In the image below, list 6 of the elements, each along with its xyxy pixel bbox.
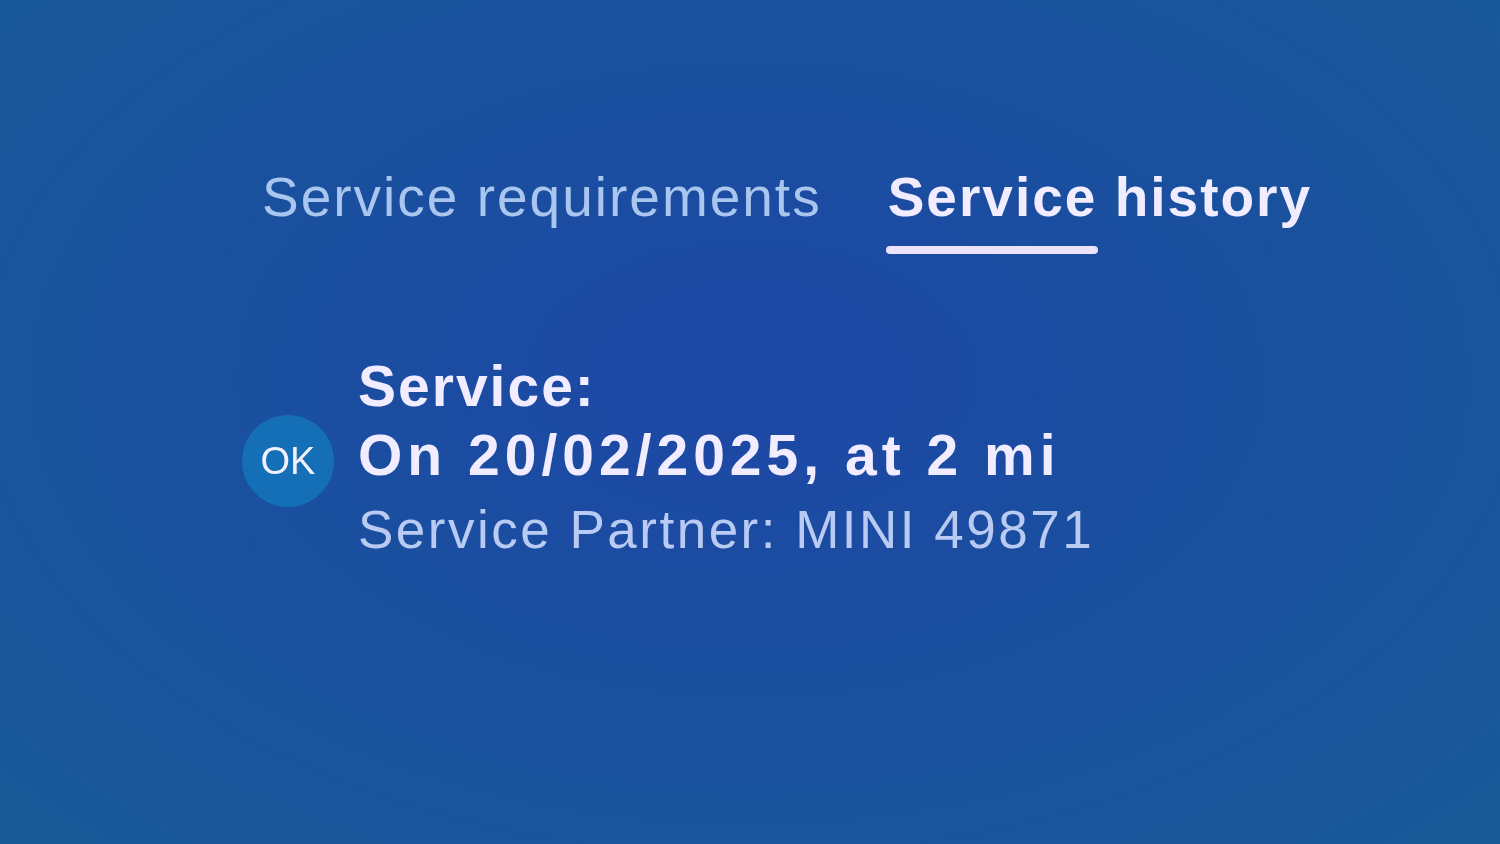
tab[interactable]: Service history [887,164,1313,254]
service-title: Service: [358,353,597,420]
service-date: On 20/02/2025, at 2 mi [358,422,1062,489]
tab[interactable]: Service requirements [262,164,822,254]
service-partner: Service Partner: MINI 49871 [358,499,1095,561]
status-badge: OK [242,415,334,507]
